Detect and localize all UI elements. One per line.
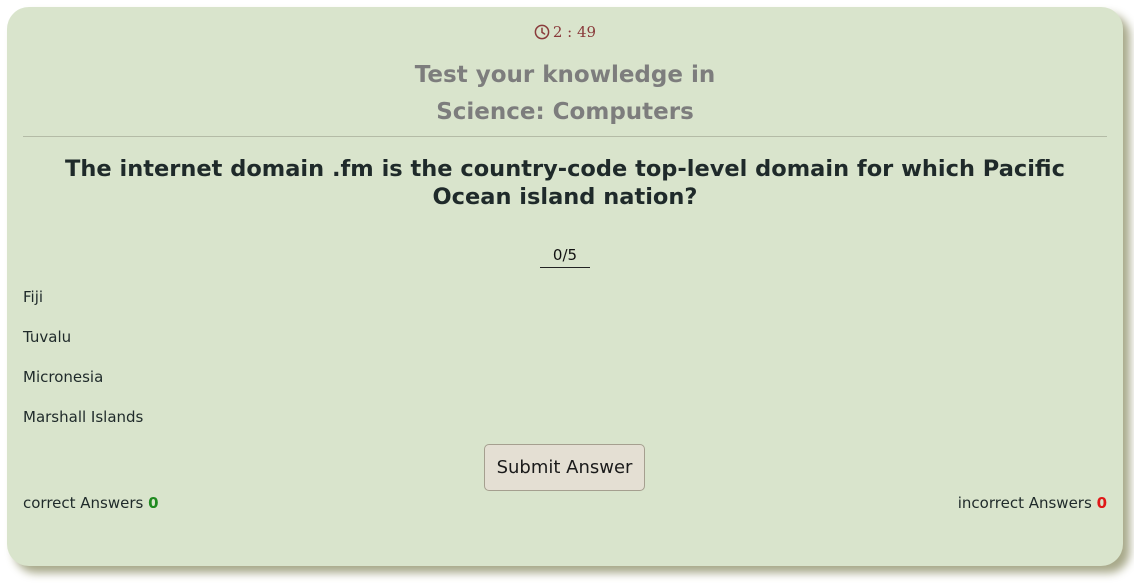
correct-answers-count: 0 <box>148 494 159 512</box>
incorrect-answers-count: 0 <box>1096 494 1107 512</box>
answer-option-tuvalu[interactable]: Tuvalu <box>23 327 143 347</box>
incorrect-answers-score: incorrect Answers 0 <box>958 493 1107 513</box>
question-text: The internet domain .fm is the country-c… <box>65 156 1065 210</box>
quiz-card: 2 : 49 Test your knowledge in Science: C… <box>7 7 1123 566</box>
question-progress: 0/5 <box>540 245 590 268</box>
quiz-title-line-1: Test your knowledge in <box>414 62 716 88</box>
correct-answers-label: correct Answers <box>23 494 144 512</box>
answer-option-micronesia[interactable]: Micronesia <box>23 367 143 387</box>
clock-icon <box>534 24 550 40</box>
divider <box>23 136 1107 137</box>
countdown-timer: 2 : 49 <box>7 23 1123 41</box>
answer-option-marshall-islands[interactable]: Marshall Islands <box>23 407 143 427</box>
incorrect-answers-label: incorrect Answers <box>957 494 1092 512</box>
answer-option-fiji[interactable]: Fiji <box>23 287 143 307</box>
answer-options: Fiji Tuvalu Micronesia Marshall Islands <box>23 287 143 447</box>
submit-answer-button[interactable]: Submit Answer <box>484 444 645 491</box>
correct-answers-score: correct Answers 0 <box>23 493 159 513</box>
timer-text: 2 : 49 <box>552 23 597 41</box>
quiz-category: Science: Computers <box>436 99 694 125</box>
quiz-title: Test your knowledge in Science: Computer… <box>7 57 1123 131</box>
